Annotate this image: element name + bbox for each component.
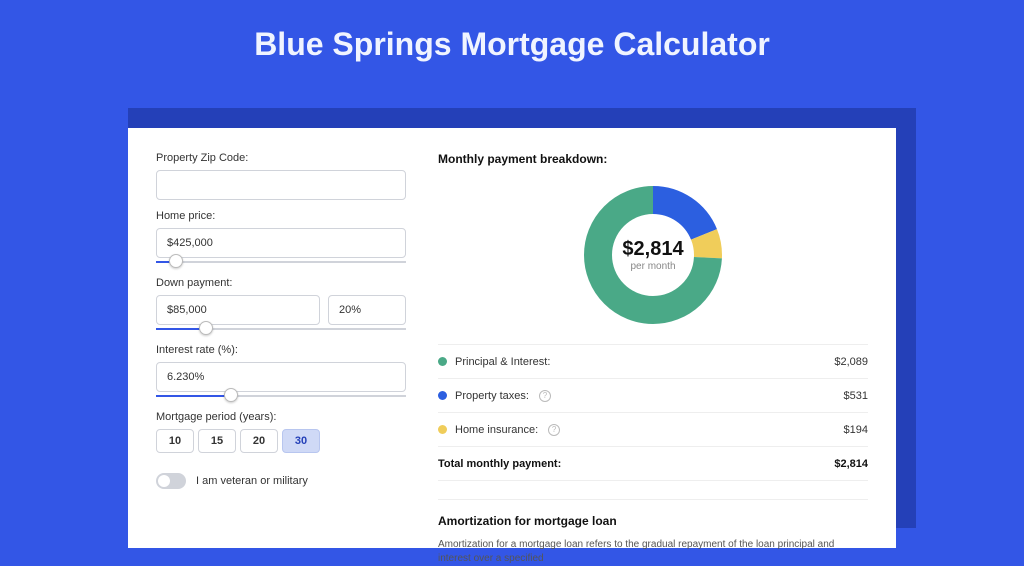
donut-sub: per month [630, 261, 675, 272]
breakdown-panel: Monthly payment breakdown: $2,814 per mo… [438, 152, 868, 524]
down-input[interactable] [156, 295, 320, 325]
legend-label: Principal & Interest: [455, 356, 550, 368]
donut-value: $2,814 [622, 238, 683, 261]
down-slider[interactable] [156, 324, 406, 334]
period-15[interactable]: 15 [198, 429, 236, 453]
info-icon[interactable]: ? [539, 390, 551, 402]
zip-label: Property Zip Code: [156, 152, 406, 164]
legend: Principal & Interest: $2,089 Property taxe… [438, 344, 868, 481]
period-20[interactable]: 20 [240, 429, 278, 453]
period-group: 10152030 [156, 429, 406, 453]
breakdown-title: Monthly payment breakdown: [438, 152, 868, 166]
price-label: Home price: [156, 210, 406, 222]
page-title: Blue Springs Mortgage Calculator [0, 0, 1024, 81]
legend-dot-icon [438, 391, 447, 400]
price-input[interactable] [156, 228, 406, 258]
legend-row: Principal & Interest: $2,089 [438, 345, 868, 379]
legend-value: $531 [844, 390, 868, 402]
legend-value: $194 [844, 424, 868, 436]
veteran-toggle[interactable] [156, 473, 186, 489]
period-30[interactable]: 30 [282, 429, 320, 453]
info-icon[interactable]: ? [548, 424, 560, 436]
donut-chart: $2,814 per month [578, 180, 728, 330]
legend-dot-icon [438, 425, 447, 434]
form-panel: Property Zip Code: Home price: Down paym… [156, 152, 406, 524]
legend-dot-icon [438, 357, 447, 366]
total-value: $2,814 [834, 458, 868, 470]
legend-row: Property taxes:? $531 [438, 379, 868, 413]
veteran-label: I am veteran or military [196, 475, 308, 487]
rate-input[interactable] [156, 362, 406, 392]
amort-text: Amortization for a mortgage loan refers … [438, 538, 868, 566]
legend-label: Property taxes: [455, 390, 529, 402]
legend-total-row: Total monthly payment: $2,814 [438, 447, 868, 481]
total-label: Total monthly payment: [438, 458, 561, 470]
rate-slider[interactable] [156, 391, 406, 401]
legend-row: Home insurance:? $194 [438, 413, 868, 447]
period-label: Mortgage period (years): [156, 411, 406, 423]
price-slider[interactable] [156, 257, 406, 267]
legend-value: $2,089 [834, 356, 868, 368]
down-pct-input[interactable] [328, 295, 406, 325]
legend-label: Home insurance: [455, 424, 538, 436]
calculator-card: Property Zip Code: Home price: Down paym… [128, 128, 896, 548]
period-10[interactable]: 10 [156, 429, 194, 453]
rate-label: Interest rate (%): [156, 344, 406, 356]
amort-title: Amortization for mortgage loan [438, 514, 868, 528]
amort-section: Amortization for mortgage loan Amortizat… [438, 499, 868, 566]
down-label: Down payment: [156, 277, 406, 289]
zip-input[interactable] [156, 170, 406, 200]
